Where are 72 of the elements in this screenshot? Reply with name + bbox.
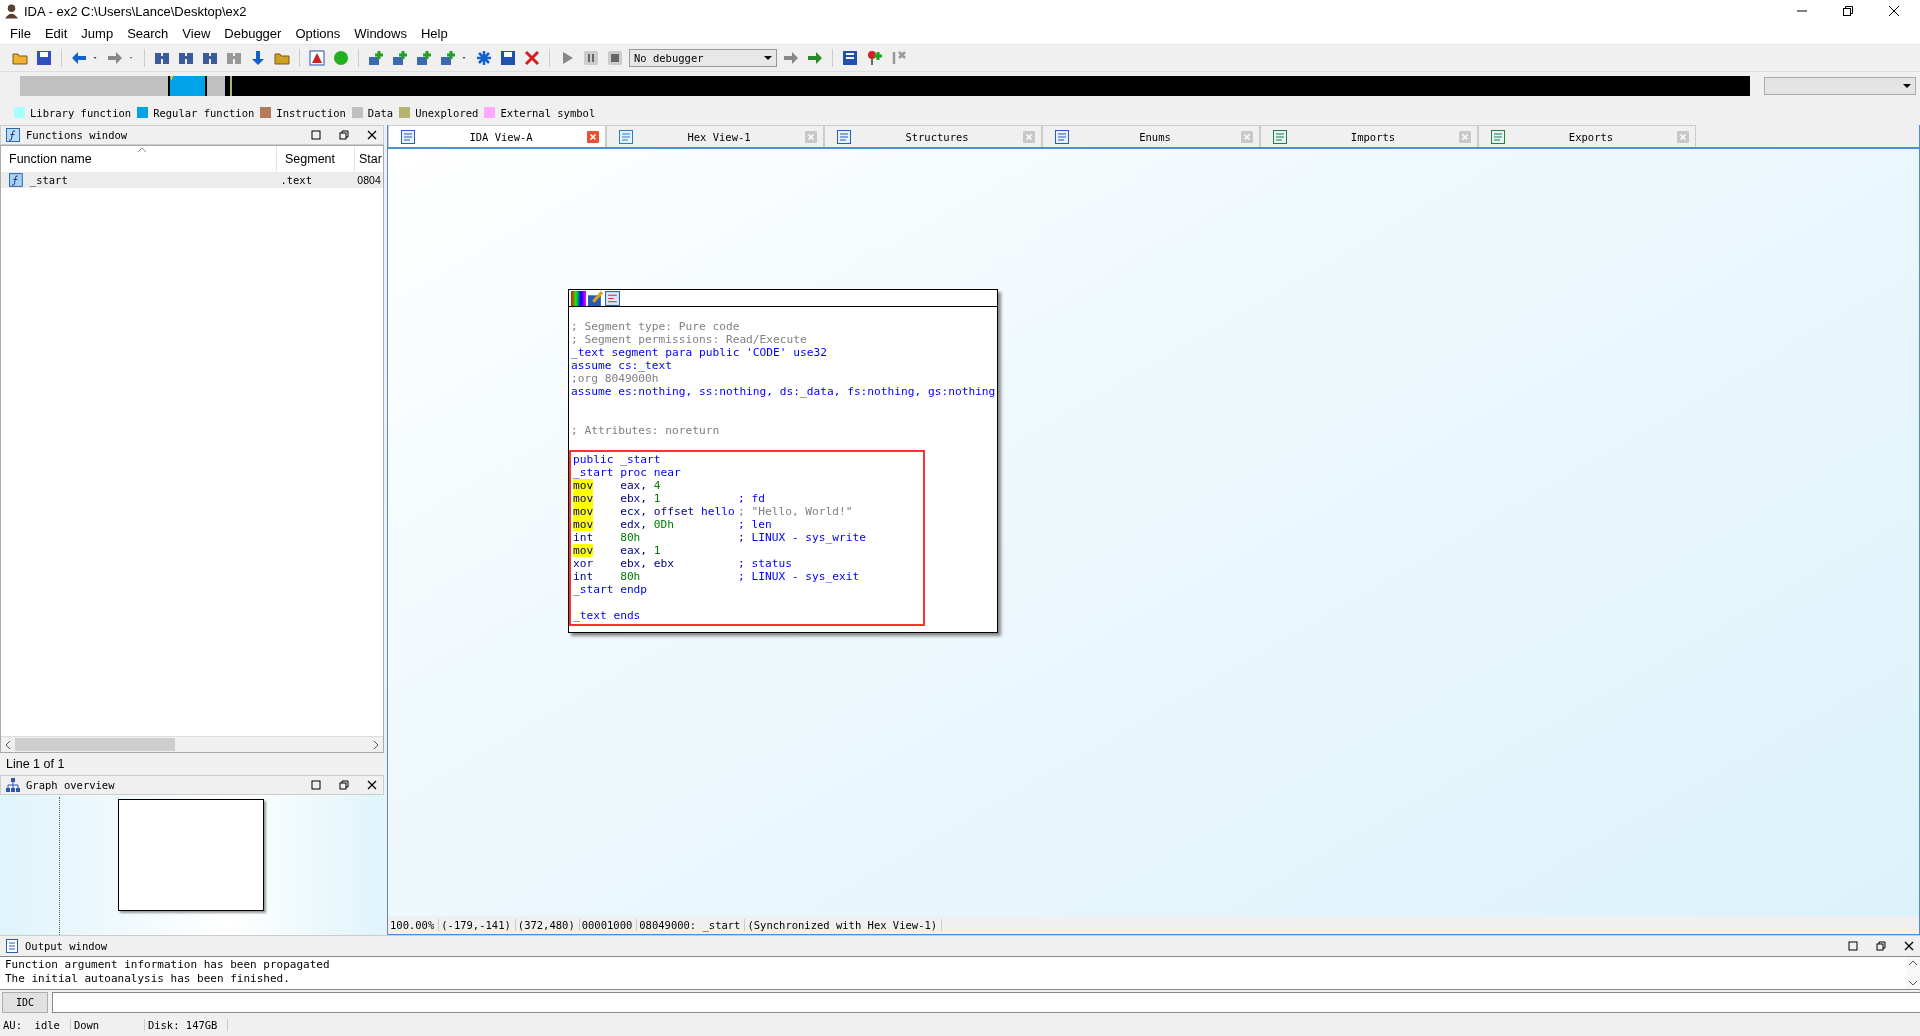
instruction-operands: 80h — [620, 570, 642, 583]
instruction-operands: ecx, offset hello — [620, 505, 736, 518]
table-cell-text: 0804 — [357, 174, 382, 186]
status-field: Disk: 147GB — [144, 1019, 229, 1031]
legend-label: External symbol — [500, 106, 596, 119]
column-header[interactable]: Star — [355, 146, 382, 172]
code-line: _text ends — [573, 609, 642, 622]
window-title: IDA - ex2 C:\Users\Lance\Desktop\ex2 — [24, 3, 247, 19]
status-field: AU: idle — [0, 1019, 71, 1031]
instruction-mnemonic: mov — [573, 492, 594, 505]
code-line: ; Attributes: noreturn — [571, 424, 721, 437]
code-line: ;org 8049000h — [571, 372, 660, 385]
table-cell-text: _start — [29, 174, 69, 186]
code-comment: ; fd — [738, 492, 765, 505]
code-line: ; Segment type: Pure code — [571, 320, 741, 333]
instruction-mnemonic: xor — [573, 557, 595, 570]
table-cell-text: .text — [280, 174, 313, 186]
instruction-operands: ebx, 1 — [620, 492, 662, 505]
menu-item[interactable]: Help — [414, 25, 455, 41]
output-line: The initial autoanalysis has been finished. — [5, 972, 291, 986]
status-field: 08049000: _start — [637, 919, 746, 931]
debugger-select[interactable]: No debugger — [629, 49, 777, 67]
instruction-operands: ebx, ebx — [620, 557, 676, 570]
function-row[interactable]: _start .text 0804 — [1, 172, 383, 188]
status-field: 00001000 — [579, 919, 638, 931]
menu-item[interactable]: Windows — [347, 25, 414, 41]
instruction-operands: 80h — [620, 531, 642, 544]
code-line: _start endp — [573, 583, 649, 596]
menu-item[interactable]: Edit — [37, 25, 75, 41]
panel-title: Graph overview — [26, 779, 116, 791]
code-comment: ; status — [738, 557, 792, 570]
code-line: public _start — [573, 453, 662, 466]
instruction-operands: eax, 1 — [620, 544, 662, 557]
code-comment: ; LINUX - sys_exit — [738, 570, 860, 583]
legend-label: Data — [367, 106, 394, 119]
menu-item[interactable]: Jump — [74, 25, 121, 41]
status-field: 100.00% — [388, 919, 440, 931]
instruction-mnemonic: mov — [573, 505, 594, 518]
instruction-operands: edx, 0Dh — [620, 518, 676, 531]
code-comment: ; LINUX - sys_write — [738, 531, 866, 544]
instruction-operands: eax, 4 — [620, 479, 662, 492]
idc-button[interactable]: IDC — [2, 991, 48, 1013]
legend-label: Library function — [30, 106, 132, 119]
code-comment: ; "Hello, World!" — [738, 505, 853, 518]
line-count: Line 1 of 1 — [5, 756, 66, 773]
instruction-mnemonic: mov — [573, 479, 594, 492]
legend-label: Instruction — [276, 106, 346, 119]
menu-item[interactable]: Search — [120, 25, 176, 41]
code-line: _start proc near — [573, 466, 682, 479]
instruction-mnemonic: mov — [573, 518, 594, 531]
code-line: assume cs:_text — [571, 359, 674, 372]
status-field: (372,480) — [515, 919, 580, 931]
view-tab[interactable]: IDA View-A — [388, 125, 606, 147]
legend-label: Regular function — [153, 106, 255, 119]
code-line: assume es:nothing, ss:nothing, ds:_data, fs:nothing, gs:nothing — [571, 385, 996, 398]
panel-title: Output window — [25, 940, 109, 952]
status-field: (Synchronized with Hex View-1) — [745, 919, 943, 931]
status-field: Down — [70, 1019, 145, 1031]
code-line: ; Segment permissions: Read/Execute — [571, 333, 808, 346]
status-field: (-179,-141) — [439, 919, 516, 931]
menu-item[interactable]: View — [175, 25, 218, 41]
output-line: Function argument information has been propagated — [5, 958, 331, 972]
code-line: _text segment para public 'CODE' use32 — [571, 346, 828, 359]
legend-label: Unexplored — [415, 106, 479, 119]
panel-title: Functions window — [26, 129, 129, 141]
instruction-mnemonic: int — [573, 531, 595, 544]
instruction-mnemonic: int — [573, 570, 595, 583]
menu-item[interactable]: Debugger — [217, 25, 289, 41]
menu-item[interactable]: Options — [288, 25, 348, 41]
code-comment: ; len — [738, 518, 772, 531]
instruction-mnemonic: mov — [573, 544, 594, 557]
menu-item[interactable]: File — [3, 25, 38, 41]
